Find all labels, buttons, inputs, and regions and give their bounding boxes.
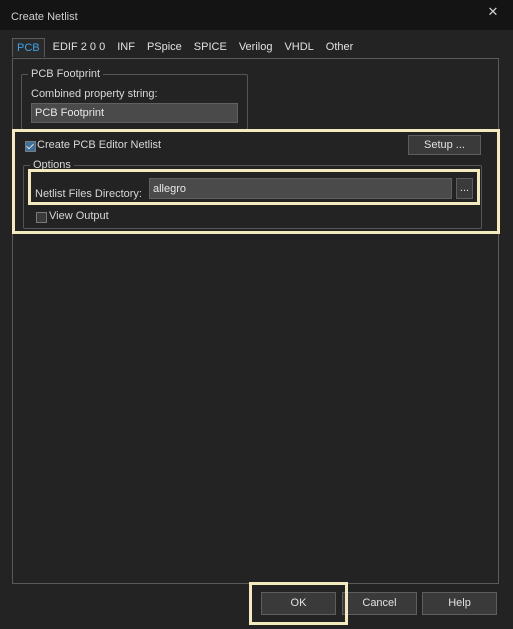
close-icon[interactable]: ✕ [485,4,501,20]
create-pcb-editor-netlist-checkbox[interactable] [25,141,36,152]
combined-property-label: Combined property string: [31,88,158,100]
ok-button[interactable]: OK [261,592,336,615]
options-group-label: Options [30,159,74,171]
create-netlist-dialog: Create Netlist ✕ PCB EDIF 2 0 0 INF PSpi… [0,0,513,629]
tab-spice[interactable]: SPICE [190,38,231,56]
pcb-tab-panel: PCB Footprint Combined property string: … [12,58,499,584]
tab-vhdl[interactable]: VHDL [280,38,317,56]
view-output-checkbox[interactable] [36,212,47,223]
tab-verilog[interactable]: Verilog [235,38,277,56]
window-title: Create Netlist [11,11,78,23]
netlist-files-directory-label: Netlist Files Directory: [35,188,142,200]
options-group: Options Netlist Files Directory: ... Vie… [23,159,482,229]
setup-button[interactable]: Setup ... [408,135,481,155]
tab-inf[interactable]: INF [113,38,139,56]
combined-property-input[interactable] [31,103,238,123]
tab-strip: PCB EDIF 2 0 0 INF PSpice SPICE Verilog … [12,38,361,58]
pcb-footprint-group-label: PCB Footprint [28,68,104,80]
help-button[interactable]: Help [422,592,497,615]
tab-pcb[interactable]: PCB [12,38,45,57]
tab-edif[interactable]: EDIF 2 0 0 [49,38,110,56]
cancel-button[interactable]: Cancel [342,592,417,615]
view-output-label: View Output [49,210,109,222]
create-pcb-editor-netlist-label: Create PCB Editor Netlist [37,139,162,151]
title-bar: Create Netlist ✕ [0,0,513,30]
tab-other[interactable]: Other [322,38,358,56]
browse-directory-button[interactable]: ... [456,178,473,199]
pcb-footprint-group: PCB Footprint Combined property string: [21,68,248,130]
netlist-files-directory-input[interactable] [149,178,452,199]
tab-pspice[interactable]: PSpice [143,38,186,56]
